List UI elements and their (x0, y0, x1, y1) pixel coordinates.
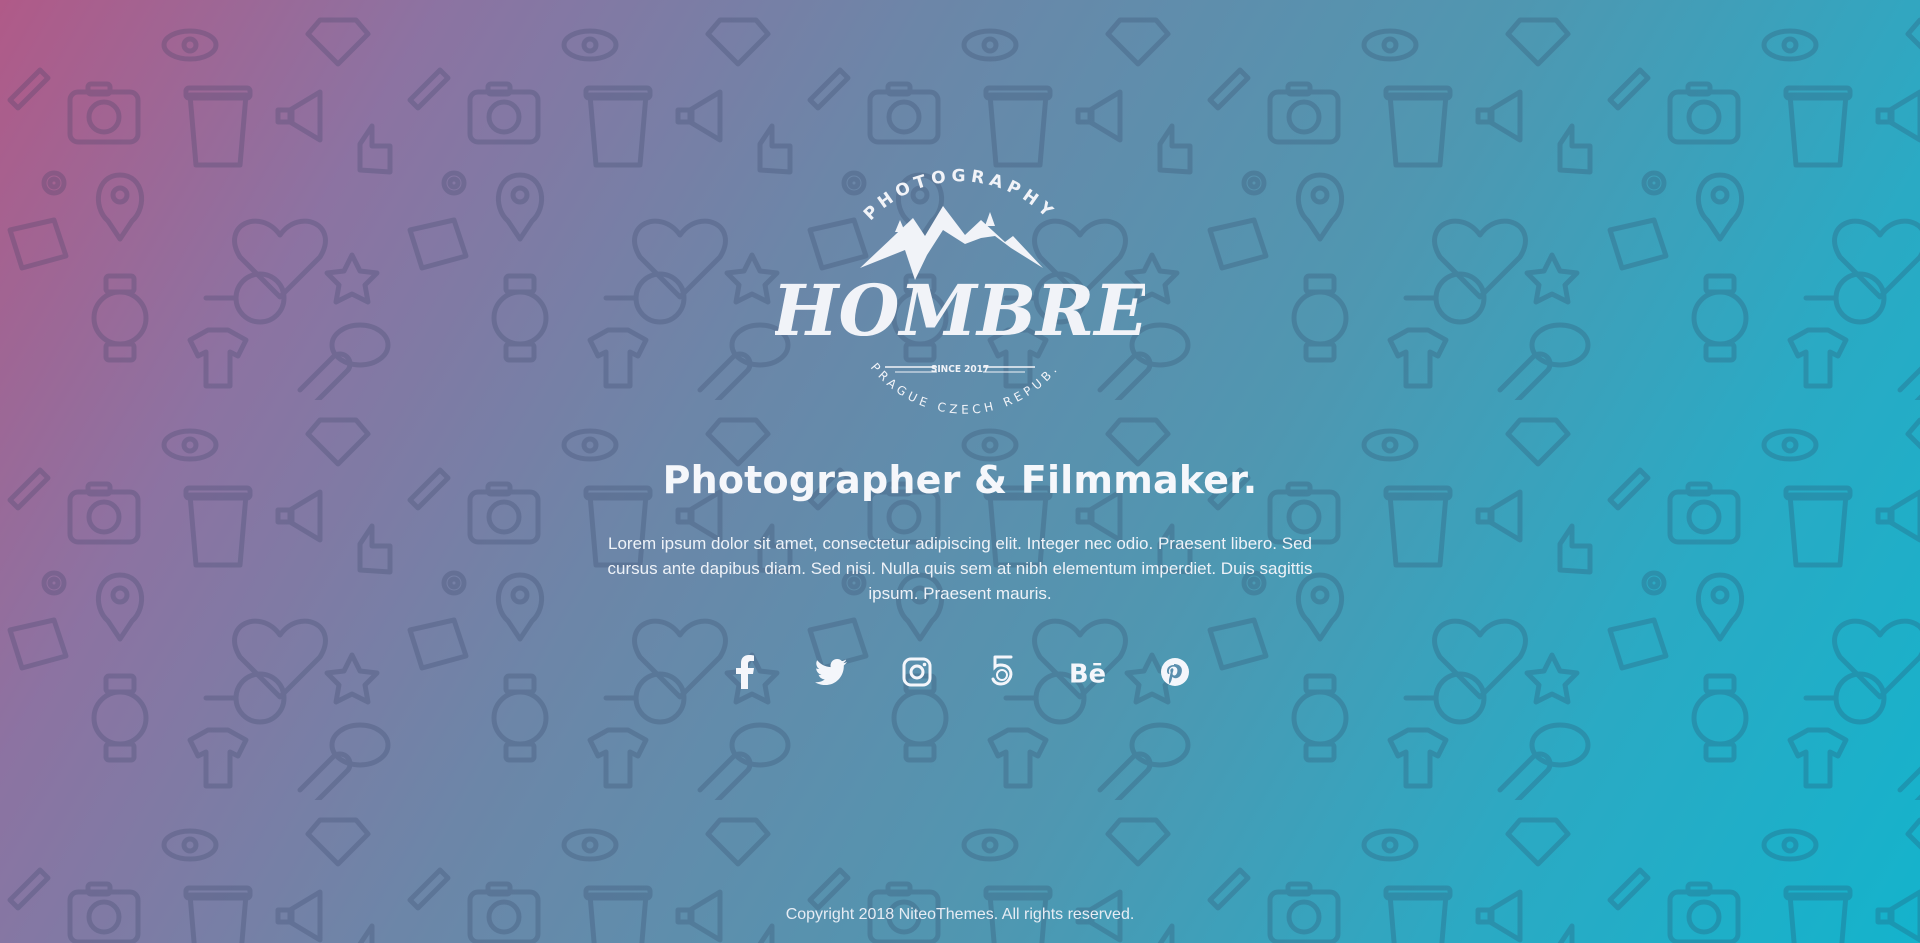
copyright-footer: Copyright 2018 NiteoThemes. All rights r… (785, 906, 1135, 923)
behance-icon: Bē (1069, 659, 1106, 686)
logo-since-text: SINCE 2017 (931, 364, 989, 375)
logo-name: HOMBRE (775, 269, 1145, 352)
facebook-icon (736, 655, 754, 689)
logo-top-text: PHOTOGRAPHY (860, 166, 1060, 224)
instagram-icon (902, 657, 932, 687)
social-links: Bē (0, 652, 1920, 692)
instagram-link[interactable] (897, 652, 937, 692)
behance-link[interactable]: Bē (1069, 652, 1109, 692)
hombre-logo: PHOTOGRAPHY HOMBRE SINCE 2017 · PRAGUE C… (775, 160, 1145, 417)
facebook-link[interactable] (725, 652, 765, 692)
twitter-icon (815, 659, 847, 685)
twitter-link[interactable] (811, 652, 851, 692)
page-headline: Photographer & Filmmaker. (662, 458, 1258, 502)
pinterest-icon (1161, 658, 1189, 686)
intro-description: Lorem ipsum dolor sit amet, consectetur … (607, 534, 1313, 603)
500px-link[interactable] (983, 652, 1023, 692)
svg-text:Bē: Bē (1069, 659, 1106, 686)
500px-icon (991, 655, 1013, 686)
pinterest-link[interactable] (1155, 652, 1195, 692)
